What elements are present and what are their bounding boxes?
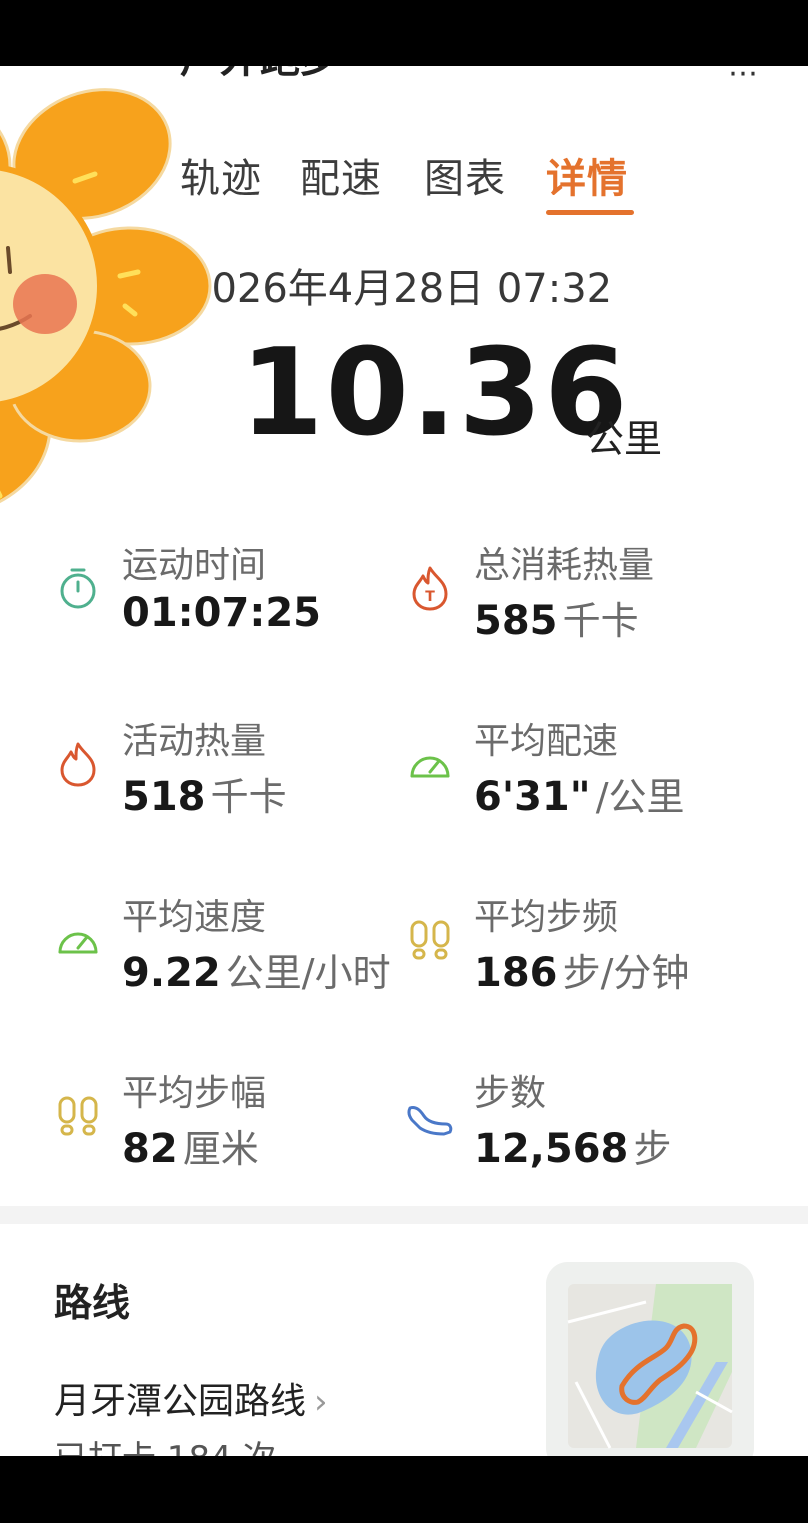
stat-label: 平均配速: [474, 721, 619, 762]
flame-t-icon: T: [412, 566, 448, 611]
stopwatch-icon: [60, 568, 96, 609]
stat-value: 518: [122, 774, 206, 820]
distance-unit: 公里: [586, 417, 663, 461]
distance-value: 10.36: [240, 324, 630, 463]
chevron-right-icon: ›: [314, 1382, 328, 1422]
stat-avg-pace: 平均配速 6'31" /公里: [406, 712, 746, 832]
section-divider: [0, 1206, 808, 1224]
route-link[interactable]: 月牙潭公园路线 ›: [54, 1372, 328, 1424]
stat-unit: 千卡: [210, 775, 287, 819]
stat-unit: /公里: [595, 775, 685, 819]
tab-details[interactable]: 详情: [546, 146, 628, 204]
shoe-icon: [407, 1106, 453, 1136]
svg-text:T: T: [425, 589, 435, 605]
stat-label: 平均步幅: [122, 1073, 267, 1114]
stat-unit: 厘米: [182, 1127, 259, 1171]
stat-label: 总消耗热量: [474, 545, 655, 586]
flame-icon: [60, 742, 96, 787]
stat-unit: 步/分钟: [562, 951, 690, 995]
stat-steps: 步数 12,568 步: [406, 1064, 746, 1184]
stat-value: 6'31": [474, 774, 591, 820]
stat-unit: 千卡: [562, 599, 639, 643]
route-section-title: 路线: [54, 1281, 131, 1325]
stat-avg-cadence: 平均步频 186 步/分钟: [406, 888, 746, 1008]
tab-chart[interactable]: 图表: [424, 146, 506, 204]
route-checkin-count: 已打卡 184 次: [54, 1431, 277, 1456]
stat-label: 活动热量: [122, 721, 267, 762]
stat-value: 9.22: [122, 950, 221, 996]
stat-total-calories: T 总消耗热量 585 千卡: [406, 536, 746, 656]
workout-detail-screen: 户外跑步 ⋯ 轨迹 配速 图表 详情 2026年4月28日 07:32 10.3…: [0, 66, 808, 1456]
stat-active-calories: 活动热量 518 千卡: [54, 712, 394, 832]
route-name: 月牙潭公园路线: [54, 1381, 307, 1422]
speedometer-icon: [58, 932, 98, 954]
stat-value: 01:07:25: [122, 590, 321, 636]
stat-value: 12,568: [474, 1126, 629, 1172]
footprints-icon: [58, 1096, 98, 1136]
stat-label: 平均步频: [474, 897, 619, 938]
active-tab-indicator: [546, 210, 634, 215]
speedometer-icon: [410, 756, 450, 778]
stat-avg-stride: 平均步幅 82 厘米: [54, 1064, 394, 1184]
more-icon[interactable]: ⋯: [728, 66, 758, 91]
tab-pace[interactable]: 配速: [300, 146, 382, 204]
stat-label: 步数: [474, 1073, 547, 1114]
flower-sticker: [0, 88, 212, 504]
footprints-icon: [410, 920, 450, 960]
stat-avg-speed: 平均速度 9.22 公里/小时: [54, 888, 394, 1008]
stat-value: 585: [474, 598, 558, 644]
stat-unit: 步: [633, 1127, 672, 1171]
stat-unit: 公里/小时: [225, 951, 391, 995]
stat-value: 82: [122, 1126, 178, 1172]
stat-label: 平均速度: [122, 897, 267, 938]
map-image: [546, 1262, 754, 1456]
route-map-thumbnail[interactable]: [546, 1262, 754, 1456]
stat-value: 186: [474, 950, 558, 996]
